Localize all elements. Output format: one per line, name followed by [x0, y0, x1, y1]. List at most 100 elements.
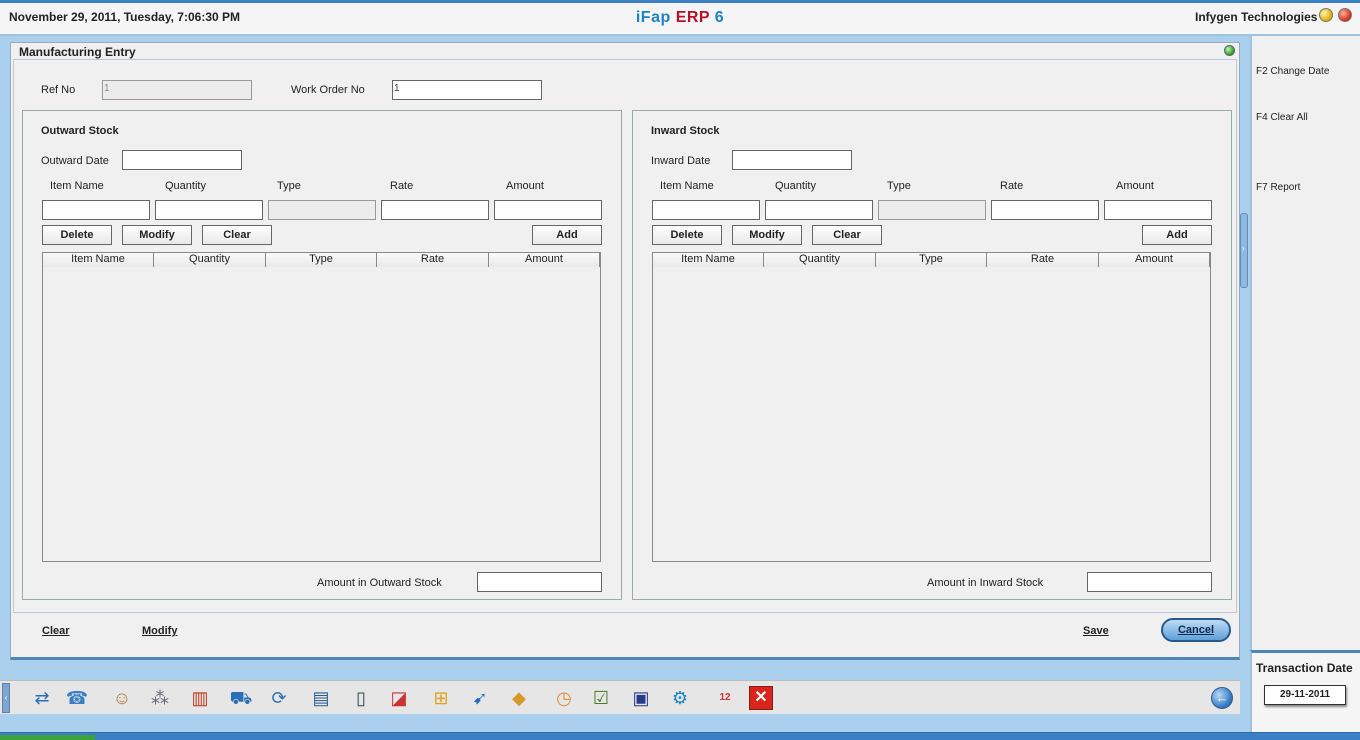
- document-icon[interactable]: ▯: [349, 686, 373, 710]
- sync-icon[interactable]: ⟳: [267, 686, 291, 710]
- settings-dots-icon[interactable]: ⁂: [148, 686, 172, 710]
- outward-stock-group: Outward Stock Outward Date Item Name Qua…: [22, 110, 622, 600]
- inward-item-name-input[interactable]: [652, 200, 760, 220]
- status-indicator-icon: [1224, 45, 1235, 56]
- outward-col-amount: Amount: [506, 180, 544, 192]
- panel-toggle-handle[interactable]: ›: [1240, 213, 1248, 288]
- outward-modify-button[interactable]: Modify: [122, 225, 192, 245]
- outward-add-button[interactable]: Add: [532, 225, 602, 245]
- transaction-date-panel: Transaction Date 29-11-2011: [1250, 650, 1360, 736]
- ref-no-field[interactable]: 1: [102, 80, 252, 100]
- brand-version: 6: [714, 9, 725, 26]
- outward-table-header: Item Name Quantity Type Rate Amount: [43, 253, 600, 267]
- outward-amount-input[interactable]: [494, 200, 602, 220]
- inward-th-quantity[interactable]: Quantity: [764, 253, 876, 267]
- inward-amount-total-field[interactable]: [1087, 572, 1212, 592]
- manufacturing-entry-window: Manufacturing Entry Ref No 1 Work Order …: [10, 42, 1240, 660]
- package-icon[interactable]: ◆: [507, 686, 531, 710]
- app-brand: iFap ERP 6: [0, 9, 1360, 27]
- shortcut-change-date[interactable]: F2 Change Date: [1256, 66, 1329, 77]
- cancel-button[interactable]: Cancel: [1161, 618, 1231, 642]
- gear-icon[interactable]: ⚙: [668, 686, 692, 710]
- inward-stock-group: Inward Stock Inward Date Item Name Quant…: [632, 110, 1232, 600]
- outward-th-amount[interactable]: Amount: [489, 253, 600, 267]
- user-support-icon[interactable]: ☎: [65, 686, 89, 710]
- outward-rate-input[interactable]: [381, 200, 489, 220]
- exit-icon[interactable]: ✕: [749, 686, 773, 710]
- outward-date-label: Outward Date: [41, 155, 109, 167]
- inward-clear-button[interactable]: Clear: [812, 225, 882, 245]
- outward-stock-title: Outward Stock: [41, 125, 119, 137]
- company-name: Infygen Technologies: [1195, 10, 1318, 24]
- inward-date-field[interactable]: [732, 150, 852, 170]
- calendar-icon[interactable]: 12: [713, 686, 737, 710]
- shopping-cart-icon[interactable]: ⛟: [229, 686, 253, 710]
- outward-type-input[interactable]: [268, 200, 376, 220]
- inward-delete-button[interactable]: Delete: [652, 225, 722, 245]
- save-disk-icon[interactable]: ▣: [629, 686, 653, 710]
- checklist-icon[interactable]: ☑: [589, 686, 613, 710]
- outward-amount-total-field[interactable]: [477, 572, 602, 592]
- taskbar-scroll-left-icon[interactable]: ‹: [2, 683, 10, 713]
- outward-th-quantity[interactable]: Quantity: [154, 253, 266, 267]
- inward-col-rate: Rate: [1000, 180, 1024, 192]
- inward-col-quantity: Quantity: [775, 180, 816, 192]
- footer-clear-button[interactable]: Clear: [42, 625, 70, 637]
- save-button[interactable]: Save: [1083, 625, 1109, 637]
- hierarchy-icon[interactable]: ⊞: [429, 686, 453, 710]
- inward-rate-input[interactable]: [991, 200, 1099, 220]
- inward-amount-input[interactable]: [1104, 200, 1212, 220]
- outward-col-item-name: Item Name: [50, 180, 104, 192]
- transaction-date-title: Transaction Date: [1256, 661, 1353, 675]
- minimize-icon[interactable]: [1319, 8, 1333, 22]
- outward-clear-button[interactable]: Clear: [202, 225, 272, 245]
- outward-stock-table[interactable]: Item Name Quantity Type Rate Amount: [42, 252, 601, 562]
- outward-col-quantity: Quantity: [165, 180, 206, 192]
- transfer-icon[interactable]: ⇄: [30, 686, 54, 710]
- inward-modify-button[interactable]: Modify: [732, 225, 802, 245]
- inward-col-type: Type: [887, 180, 911, 192]
- back-arrow-icon[interactable]: ←: [1211, 687, 1233, 709]
- outward-col-type: Type: [277, 180, 301, 192]
- inward-col-item-name: Item Name: [660, 180, 714, 192]
- staff-icon[interactable]: ☺: [110, 686, 134, 710]
- outward-delete-button[interactable]: Delete: [42, 225, 112, 245]
- chart-icon[interactable]: ◪: [387, 686, 411, 710]
- window-icon[interactable]: ▤: [309, 686, 333, 710]
- clock-icon[interactable]: ◷: [552, 686, 576, 710]
- shortcut-report[interactable]: F7 Report: [1256, 182, 1300, 193]
- inward-add-button[interactable]: Add: [1142, 225, 1212, 245]
- work-order-field[interactable]: 1: [392, 80, 542, 100]
- inward-th-amount[interactable]: Amount: [1099, 253, 1210, 267]
- inward-stock-table[interactable]: Item Name Quantity Type Rate Amount: [652, 252, 1211, 562]
- shortcut-clear-all[interactable]: F4 Clear All: [1256, 112, 1308, 123]
- inward-table-header: Item Name Quantity Type Rate Amount: [653, 253, 1210, 267]
- outward-th-rate[interactable]: Rate: [377, 253, 489, 267]
- outward-quantity-input[interactable]: [155, 200, 263, 220]
- outward-amount-label: Amount in Outward Stock: [317, 577, 442, 589]
- form-area: Ref No 1 Work Order No 1 Outward Stock O…: [13, 59, 1237, 613]
- footer-modify-button[interactable]: Modify: [142, 625, 177, 637]
- inward-type-input[interactable]: [878, 200, 986, 220]
- outward-date-field[interactable]: [122, 150, 242, 170]
- brand-ifap: iFap: [635, 9, 671, 26]
- inward-quantity-input[interactable]: [765, 200, 873, 220]
- inward-th-item-name[interactable]: Item Name: [653, 253, 764, 267]
- work-order-label: Work Order No: [291, 84, 365, 96]
- inward-th-type[interactable]: Type: [876, 253, 987, 267]
- window-title: Manufacturing Entry: [19, 45, 136, 59]
- books-icon[interactable]: ▥: [188, 686, 212, 710]
- inward-stock-title: Inward Stock: [651, 125, 720, 137]
- inward-date-label: Inward Date: [651, 155, 711, 167]
- outward-item-name-input[interactable]: [42, 200, 150, 220]
- title-bar: November 29, 2011, Tuesday, 7:06:30 PM i…: [0, 0, 1360, 36]
- brand-erp: ERP: [675, 9, 710, 26]
- status-strip: [0, 732, 1360, 740]
- close-icon[interactable]: [1338, 8, 1352, 22]
- inward-th-rate[interactable]: Rate: [987, 253, 1099, 267]
- ref-no-label: Ref No: [41, 84, 76, 96]
- transaction-date-value[interactable]: 29-11-2011: [1264, 685, 1346, 705]
- outward-th-item-name[interactable]: Item Name: [43, 253, 154, 267]
- arrows-icon[interactable]: ➹: [468, 686, 492, 710]
- outward-th-type[interactable]: Type: [266, 253, 377, 267]
